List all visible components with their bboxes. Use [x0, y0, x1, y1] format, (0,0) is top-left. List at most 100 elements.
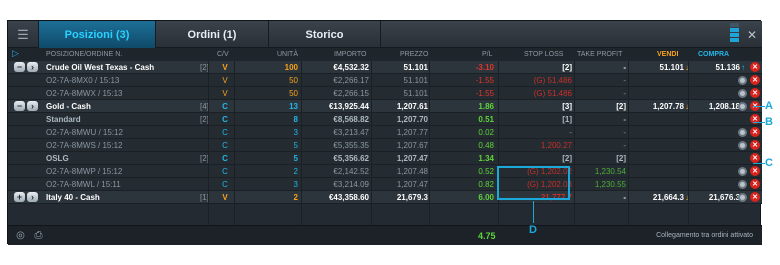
column-header-row: ▷ POSIZIONE/ORDINE N. C/V UNITÀ IMPORTO … [8, 48, 762, 61]
buy-sell-indicator: V [222, 76, 228, 85]
units-value: 50 [289, 76, 298, 85]
stop-loss-value: (G) 51.486 [533, 76, 572, 85]
position-row[interactable]: − › Gold - Cash [4] C 13 €13,925.44 1,207.61 1.8… [8, 100, 762, 113]
tab-bar: ☰ Posizioni (3) Ordini (1) Storico ✕ [8, 21, 762, 48]
col-price-header: PREZZO [400, 51, 429, 58]
chevron-right-icon[interactable]: › [27, 101, 38, 111]
tab-history[interactable]: Storico [268, 21, 381, 48]
chevron-right-icon[interactable]: › [27, 192, 38, 202]
pl-value: 6.00 [478, 193, 494, 202]
order-row[interactable]: O2-7A-8MWL / 15:11 C 3 €3,214.09 1,207.47 0.8… [8, 178, 762, 191]
price-value: 51.101 [403, 76, 428, 85]
expand-all-icon[interactable]: ▷ [12, 48, 19, 59]
buy-sell-indicator: C [222, 141, 228, 150]
gear-icon[interactable] [738, 193, 747, 202]
order-count: [2] [200, 115, 209, 124]
order-count: [2] [200, 154, 209, 163]
gear-icon[interactable] [738, 128, 747, 137]
price-value: 1,207.67 [396, 141, 428, 150]
pl-value: 0.48 [478, 141, 494, 150]
position-name: O2-7A-8MX0 / 15:13 [46, 76, 120, 85]
annotation-a: A [765, 100, 773, 112]
position-name: O2-7A-8MWX / 15:13 [46, 89, 123, 98]
close-position-icon[interactable]: ✕ [750, 140, 760, 150]
total-pl: 4.75 [478, 231, 496, 241]
expand-collapse-button[interactable]: − [14, 62, 25, 72]
close-panel-icon[interactable]: ✕ [742, 21, 762, 48]
gear-icon[interactable] [738, 76, 747, 85]
units-value: 5 [293, 154, 298, 163]
stop-loss-value: [2] [562, 154, 572, 163]
close-position-icon[interactable]: ✕ [750, 62, 760, 72]
position-group-row[interactable]: OSLG [2] C 5 €5,356.62 1,207.47 1.34 [2] [2] ✕ [8, 152, 762, 165]
expand-collapse-button[interactable]: + [14, 192, 25, 202]
position-name: OSLG [46, 154, 69, 163]
buy-sell-indicator: C [222, 154, 228, 163]
position-name: O2-7A-8MWU / 15:12 [46, 128, 123, 137]
position-group-row[interactable]: Standard [2] C 8 €8,568.82 1,207.70 0.51 [1] - ✕ [8, 113, 762, 126]
stop-loss-value: [3] [562, 102, 572, 111]
col-cv-header: C/V [217, 51, 229, 58]
order-row[interactable]: O2-7A-8MWU / 15:12 C 3 €3,213.47 1,207.77 0.0… [8, 126, 762, 139]
stop-loss-value: (G) 51.486 [533, 89, 572, 98]
units-value: 5 [293, 141, 298, 150]
close-position-icon[interactable]: ✕ [750, 192, 760, 202]
gear-icon[interactable] [738, 180, 747, 189]
panel-resize-handle[interactable] [730, 23, 739, 45]
position-name: Italy 40 - Cash [46, 193, 100, 202]
close-position-icon[interactable]: ✕ [750, 166, 760, 176]
close-position-icon[interactable]: ✕ [750, 153, 760, 163]
pl-value: -3.10 [475, 63, 494, 72]
order-row[interactable]: O2-7A-8MX0 / 15:13 V 50 €2,266.17 51.101 -1.5… [8, 74, 762, 87]
close-position-icon[interactable]: ✕ [750, 75, 760, 85]
chevron-right-icon[interactable]: › [27, 62, 38, 72]
pl-value: 0.52 [478, 167, 494, 176]
units-value: 13 [289, 102, 298, 111]
sell-price: 1,207.78 [652, 102, 684, 111]
order-row[interactable]: O2-7A-8MWX / 15:13 V 50 €2,266.15 51.101 -1.5… [8, 87, 762, 100]
take-profit-value: - [623, 141, 626, 150]
units-value: 3 [293, 128, 298, 137]
position-row[interactable]: − › Crude Oil West Texas - Cash [2] V 100 €4,5… [8, 61, 762, 74]
annotation-d-line [533, 201, 534, 223]
close-position-icon[interactable]: ✕ [750, 88, 760, 98]
expand-collapse-button[interactable]: − [14, 101, 25, 111]
gear-icon[interactable] [738, 89, 747, 98]
order-row[interactable]: O2-7A-8MWS / 15:12 C 5 €5,355.35 1,207.67 0.4… [8, 139, 762, 152]
gear-icon[interactable] [738, 167, 747, 176]
price-value: 1,207.47 [396, 154, 428, 163]
take-profit-value: 1,230.54 [594, 167, 626, 176]
annotation-b-line [753, 122, 765, 123]
position-name: O2-7A-8MWL / 15:11 [46, 180, 121, 189]
amount-value: €4,532.32 [333, 63, 369, 72]
pl-value: -1.55 [475, 89, 494, 98]
amount-value: €5,355.35 [333, 141, 369, 150]
gear-icon[interactable] [738, 141, 747, 150]
price-value: 1,207.61 [396, 102, 428, 111]
amount-value: €2,266.15 [333, 89, 369, 98]
close-position-icon[interactable]: ✕ [750, 179, 760, 189]
sell-price: 51.101 [659, 63, 684, 72]
menu-icon[interactable]: ☰ [8, 21, 38, 48]
tab-positions[interactable]: Posizioni (3) [38, 21, 155, 48]
print-icon[interactable]: ⎙ [33, 230, 44, 241]
col-pl-header: P/L [482, 51, 493, 58]
gear-icon[interactable] [738, 102, 747, 111]
tab-orders[interactable]: Ordini (1) [155, 21, 268, 48]
buy-sell-indicator: C [222, 102, 228, 111]
sell-price: 21,664.3 [652, 193, 684, 202]
take-profit-value: [2] [616, 154, 626, 163]
buy-sell-indicator: V [222, 63, 228, 72]
pl-value: 0.51 [478, 115, 494, 124]
col-amount-header: IMPORTO [334, 51, 367, 58]
annotation-c-line [753, 163, 765, 164]
order-count: [4] [200, 102, 209, 111]
order-count: [1] [200, 193, 209, 202]
order-row[interactable]: O2-7A-8MWP / 15:12 C 2 €2,142.52 1,207.48 0.5… [8, 165, 762, 178]
settings-circle-icon[interactable]: ◎ [15, 230, 26, 241]
position-name: Crude Oil West Texas - Cash [46, 63, 155, 72]
position-row[interactable]: + › Italy 40 - Cash [1] V 2 €43,358.60 21,679.3… [8, 191, 762, 204]
close-position-icon[interactable]: ✕ [750, 127, 760, 137]
col-units-header: UNITÀ [277, 51, 298, 58]
units-value: 100 [284, 63, 298, 72]
